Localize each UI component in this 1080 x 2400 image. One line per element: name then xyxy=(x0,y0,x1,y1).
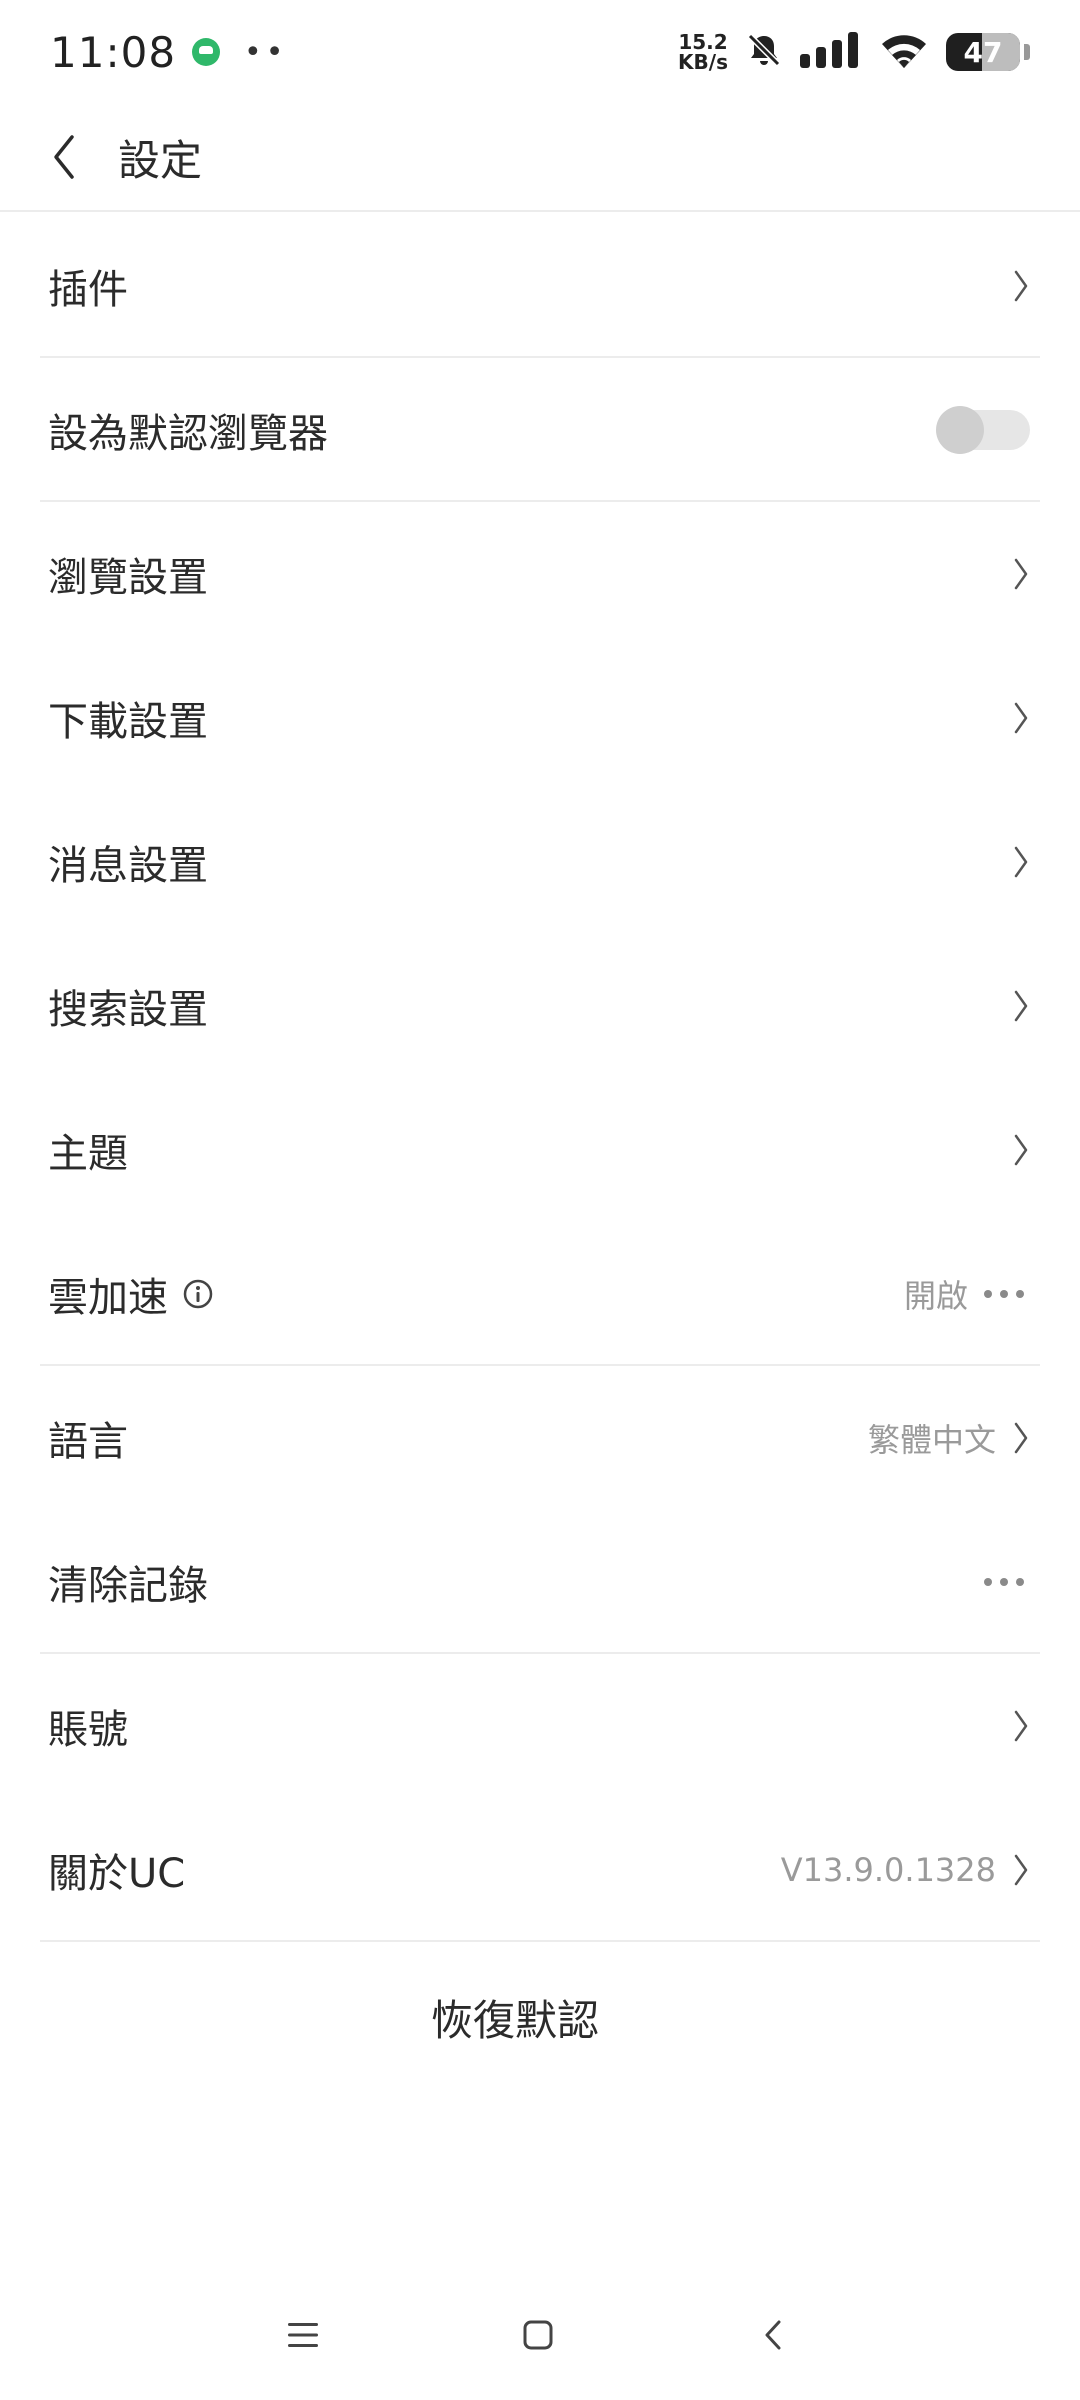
settings-item-language[interactable]: 語言 繁體中文 xyxy=(40,1366,1040,1510)
app-version: V13.9.0.1328 xyxy=(780,1851,996,1889)
chevron-right-icon xyxy=(1012,844,1030,880)
status-time: 11:08 xyxy=(50,27,177,77)
chevron-right-icon xyxy=(1012,1420,1030,1456)
default-browser-toggle[interactable] xyxy=(936,406,1030,454)
settings-item-theme[interactable]: 主題 xyxy=(40,1078,1040,1222)
more-options-icon[interactable] xyxy=(984,1290,1030,1298)
home-button[interactable] xyxy=(503,2300,573,2370)
app-header: 設定 xyxy=(0,104,1080,212)
wifi-icon xyxy=(878,30,930,74)
settings-item-about[interactable]: 關於UC V13.9.0.1328 xyxy=(40,1798,1040,1942)
back-arrow-icon xyxy=(765,2320,781,2350)
restore-default-button[interactable]: 恢復默認 xyxy=(0,1962,1030,2072)
cloud-acceleration-status: 開啟 xyxy=(903,1277,968,1315)
settings-item-label: 賬號 xyxy=(48,1707,128,1753)
home-square-icon xyxy=(523,2320,553,2350)
settings-item-plugins[interactable]: 插件 xyxy=(40,214,1040,358)
settings-item-default-browser[interactable]: 設為默認瀏覽器 xyxy=(40,358,1040,502)
chevron-right-icon xyxy=(1012,556,1030,592)
settings-item-cloud-acceleration[interactable]: 雲加速 開啟 xyxy=(40,1222,1040,1366)
chevron-right-icon xyxy=(1012,700,1030,736)
system-nav-bar xyxy=(0,2290,1080,2380)
mute-bell-icon xyxy=(744,30,784,74)
signal-icon xyxy=(800,32,862,72)
settings-item-label: 主題 xyxy=(48,1131,128,1177)
more-options-icon[interactable] xyxy=(984,1578,1030,1586)
settings-item-download-settings[interactable]: 下載設置 xyxy=(40,646,1040,790)
settings-item-label: 消息設置 xyxy=(48,843,208,889)
network-speed: 15.2 KB/s xyxy=(678,32,728,72)
system-back-button[interactable] xyxy=(738,2300,808,2370)
settings-item-label: 設為默認瀏覽器 xyxy=(48,411,328,457)
chevron-right-icon xyxy=(1012,1852,1030,1888)
settings-item-label: 雲加速 xyxy=(48,1275,168,1321)
battery-level: 47 xyxy=(963,35,1003,69)
chevron-right-icon xyxy=(1012,988,1030,1024)
settings-item-label: 搜索設置 xyxy=(48,987,208,1033)
toggle-knob xyxy=(936,406,984,454)
settings-item-search-settings[interactable]: 搜索設置 xyxy=(40,934,1040,1078)
settings-item-label: 下載設置 xyxy=(48,699,208,745)
chevron-right-icon xyxy=(1012,1132,1030,1168)
chevron-right-icon xyxy=(1012,1708,1030,1744)
settings-item-browse-settings[interactable]: 瀏覽設置 xyxy=(40,502,1040,646)
page-title: 設定 xyxy=(118,135,203,185)
info-icon[interactable] xyxy=(182,1278,214,1310)
back-button[interactable] xyxy=(44,127,84,187)
network-speed-value: 15.2 xyxy=(678,30,728,54)
settings-item-message-settings[interactable]: 消息設置 xyxy=(40,790,1040,934)
battery-icon: 47 xyxy=(946,33,1020,71)
app-notification-icon xyxy=(192,38,221,66)
status-icons: 15.2 KB/s 47 xyxy=(678,30,1030,74)
settings-item-account[interactable]: 賬號 xyxy=(40,1654,1040,1798)
settings-item-label: 清除記錄 xyxy=(48,1563,208,1609)
language-value: 繁體中文 xyxy=(867,1421,996,1459)
status-bar: 11:08 •• 15.2 KB/s 47 xyxy=(0,0,1080,104)
chevron-right-icon xyxy=(1012,268,1030,304)
settings-item-label: 插件 xyxy=(48,267,128,313)
menu-icon xyxy=(288,2323,318,2347)
chevron-left-icon xyxy=(54,135,74,179)
settings-item-label: 瀏覽設置 xyxy=(48,555,208,601)
network-speed-unit: KB/s xyxy=(678,50,728,74)
settings-list: 插件 設為默認瀏覽器 瀏覽設置 下載設置 消息設置 搜索設置 主題 雲加速 開啟… xyxy=(40,214,1040,1942)
recent-apps-button[interactable] xyxy=(268,2300,338,2370)
settings-item-label: 語言 xyxy=(48,1419,128,1465)
settings-item-label: 關於UC xyxy=(48,1851,186,1897)
battery-tip xyxy=(1024,44,1030,60)
more-notifications-indicator: •• xyxy=(244,34,288,70)
settings-item-clear-records[interactable]: 清除記錄 xyxy=(40,1510,1040,1654)
